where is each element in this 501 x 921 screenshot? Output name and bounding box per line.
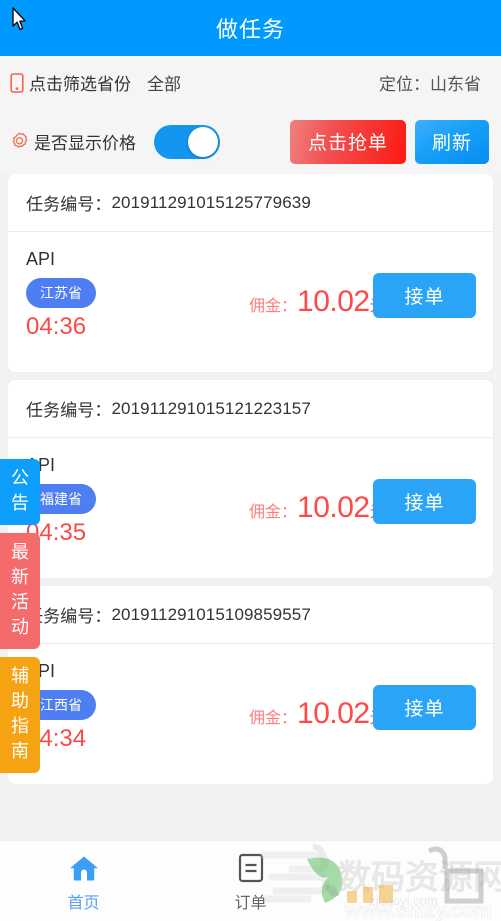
commission-value: 10.02 [297,285,370,318]
task-card[interactable]: 任务编号： 201911291015121223157 API 福建省 04:35… [8,380,493,578]
side-tab-char: 活 [11,592,29,612]
task-body: API 江苏省 04:36 佣金：10.02元 接单 [8,232,493,372]
side-tab-activity[interactable]: 最 新 活 动 [0,533,40,649]
task-number-value: 201911291015121223157 [111,398,311,418]
commission-group: 佣金：10.02元 [249,491,386,525]
side-tab-notice[interactable]: 公 告 [0,459,40,525]
commission-label: 佣金： [249,504,298,521]
task-number-label: 任务编号： [26,401,112,420]
province-filter-label: 点击筛选省份 [29,75,131,94]
province-filter-value: 全部 [147,75,181,94]
task-type: API [26,661,56,681]
location-text: 定位：山东省 [379,75,481,94]
task-card[interactable]: 任务编号： 201911291015125779639 API 江苏省 04:36… [8,174,493,372]
commission-label: 佣金： [249,298,298,315]
app-header: 做任务 [0,0,501,56]
province-badge: 江苏省 [26,278,96,308]
task-type: API [26,249,56,269]
nav-item-order[interactable]: 订单 [167,841,334,921]
side-tab-char: 新 [11,567,29,587]
floating-side-tabs: 公 告 最 新 活 动 辅 助 指 南 [0,459,40,781]
commission-group: 佣金：10.02元 [249,697,386,731]
mouse-cursor-icon [12,7,26,31]
nav-label-home: 首页 [67,895,100,912]
accept-order-button[interactable]: 接单 [373,479,476,524]
price-display-label: 是否显示价格 [34,134,136,153]
side-tab-char: 最 [11,542,29,562]
bottom-navigation: 首页 订单 [0,840,501,921]
commission-value: 10.02 [297,697,370,730]
gear-icon [12,132,28,148]
accept-order-button[interactable]: 接单 [373,273,476,318]
nav-item-home[interactable]: 首页 [0,841,167,921]
phone-filter-icon [10,72,24,93]
task-header: 任务编号： 201911291015109859557 [8,586,493,644]
task-list: 任务编号： 201911291015125779639 API 江苏省 04:36… [0,174,501,784]
side-tab-char: 指 [11,716,29,736]
commission-label: 佣金： [249,710,298,727]
province-filter-trigger[interactable]: 点击筛选省份 全部 [10,70,181,95]
commission-group: 佣金：10.02元 [249,285,386,319]
side-tab-char: 南 [11,741,29,761]
task-header: 任务编号： 201911291015121223157 [8,380,493,438]
province-filter-bar: 点击筛选省份 全部 定位：山东省 [0,56,501,109]
task-body: API 江西省 04:34 佣金：10.02元 接单 [8,644,493,784]
side-tab-char: 告 [11,493,29,513]
toggle-knob [188,126,218,157]
task-body: API 福建省 04:35 佣金：10.02元 接单 [8,438,493,578]
page-title: 做任务 [215,17,285,42]
side-tab-char: 动 [11,617,29,637]
refresh-button[interactable]: 刷新 [415,119,489,164]
task-number-label: 任务编号： [26,195,112,214]
order-icon [238,853,264,883]
side-tab-guide[interactable]: 辅 助 指 南 [0,657,40,773]
side-tab-char: 公 [11,468,29,488]
task-card[interactable]: 任务编号： 201911291015109859557 API 江西省 04:34… [8,586,493,784]
home-icon [69,853,99,883]
price-display-toggle[interactable] [154,124,220,159]
nav-label-order: 订单 [234,895,267,912]
side-tab-char: 辅 [11,666,29,686]
task-number-value: 201911291015125779639 [111,192,311,212]
task-number-value: 201911291015109859557 [111,604,311,624]
grab-order-button[interactable]: 点击抢单 [290,119,406,164]
accept-order-button[interactable]: 接单 [373,685,476,730]
task-type: API [26,455,56,475]
commission-value: 10.02 [297,491,370,524]
task-header: 任务编号： 201911291015125779639 [8,174,493,232]
side-tab-char: 助 [11,691,29,711]
price-display-bar: 是否显示价格 点击抢单 刷新 [0,109,501,174]
